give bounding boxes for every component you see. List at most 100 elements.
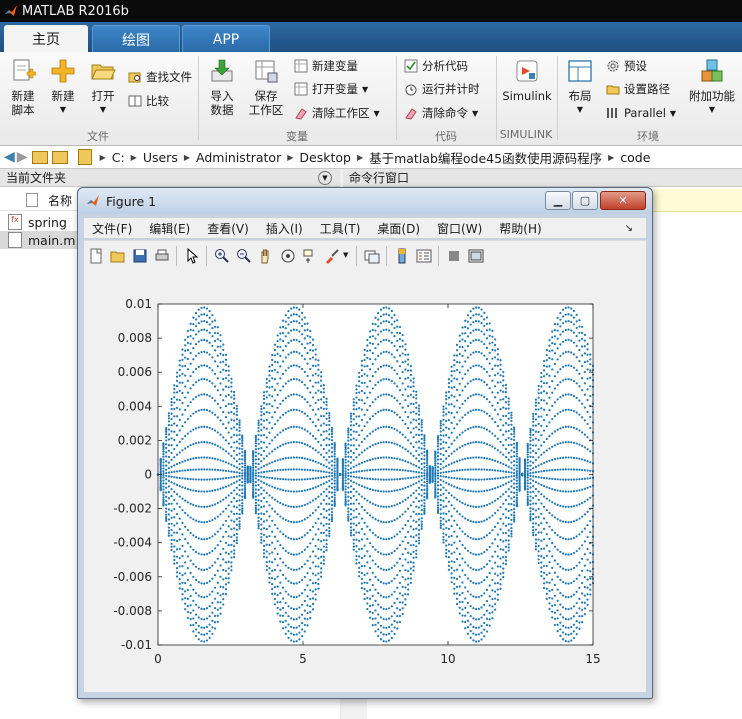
data-point — [532, 490, 535, 493]
menu-file[interactable]: 文件(F) — [92, 220, 132, 237]
data-point — [363, 413, 366, 416]
breadcrumb-item[interactable]: Administrator — [196, 150, 281, 165]
import-data-button[interactable]: 导入 数据 — [204, 58, 240, 117]
show-plot-tools-icon[interactable] — [468, 248, 484, 264]
open-variable-button[interactable]: 打开变量 ▼ — [294, 80, 368, 98]
new-figure-icon[interactable] — [88, 248, 104, 264]
zoom-in-icon[interactable] — [214, 248, 230, 264]
breadcrumb-item[interactable]: 基于matlab编程ode45函数使用源码程序 — [369, 148, 602, 167]
menu-window[interactable]: 窗口(W) — [437, 220, 482, 237]
menu-edit[interactable]: 编辑(E) — [149, 220, 190, 237]
compare-button[interactable]: 比较 — [128, 92, 169, 110]
data-point — [347, 447, 350, 450]
link-plot-icon[interactable] — [364, 248, 380, 264]
layout-button[interactable]: 布局 ▼ — [562, 58, 598, 117]
rotate-3d-icon[interactable] — [280, 248, 296, 264]
data-point — [371, 387, 374, 390]
pan-hand-icon[interactable] — [258, 248, 274, 264]
data-point — [344, 461, 347, 464]
brush-dropdown-icon[interactable]: ▼ — [343, 251, 348, 259]
data-point — [325, 488, 328, 491]
data-point — [194, 325, 198, 328]
colorbar-icon[interactable] — [394, 248, 410, 264]
brush-icon[interactable] — [324, 248, 340, 264]
data-point — [434, 466, 437, 470]
breadcrumb-item[interactable]: Users — [143, 150, 178, 165]
new-variable-button[interactable]: 新建变量 — [294, 57, 358, 75]
clear-workspace-button[interactable]: 清除工作区 ▼ — [294, 104, 380, 122]
data-point — [396, 561, 399, 564]
close-button[interactable]: ✕ — [600, 191, 646, 210]
data-point — [273, 535, 277, 538]
menu-help[interactable]: 帮助(H) — [499, 220, 541, 237]
data-point — [325, 458, 328, 461]
addons-button[interactable]: 附加功能 ▼ — [688, 58, 736, 117]
data-point — [371, 444, 374, 447]
set-path-button[interactable]: 设置路径 — [606, 80, 670, 98]
data-point — [532, 461, 535, 464]
data-point — [208, 478, 211, 481]
menu-desktop[interactable]: 桌面(D) — [377, 220, 420, 237]
minimize-button[interactable]: ▁ — [545, 191, 571, 210]
dock-arrow-icon[interactable]: ↘ — [625, 223, 633, 234]
data-point — [412, 454, 415, 457]
data-point — [352, 424, 355, 427]
pane-menu-icon[interactable]: ▼ — [318, 171, 332, 185]
breadcrumb-item[interactable]: Desktop — [299, 150, 351, 165]
tab-home[interactable]: 主页 — [4, 25, 88, 52]
data-point — [309, 417, 312, 420]
tab-plots[interactable]: 绘图 — [92, 25, 180, 53]
data-point — [464, 517, 467, 520]
clear-commands-button[interactable]: 清除命令 ▼ — [404, 104, 478, 122]
breadcrumb-item[interactable]: code — [620, 150, 650, 165]
tab-apps[interactable]: APP — [182, 25, 270, 53]
data-point — [396, 627, 399, 630]
data-point — [374, 599, 377, 602]
find-files-button[interactable]: 查找文件 — [128, 68, 192, 86]
data-point — [390, 536, 393, 539]
data-point — [466, 590, 470, 593]
menu-tools[interactable]: 工具(T) — [320, 220, 361, 237]
pointer-icon[interactable] — [184, 248, 200, 264]
zoom-out-icon[interactable] — [236, 248, 252, 264]
data-cursor-icon[interactable] — [302, 248, 318, 264]
data-point — [488, 502, 491, 505]
data-point — [510, 467, 513, 470]
data-point — [276, 339, 279, 343]
data-point — [167, 508, 170, 511]
data-point — [583, 594, 586, 597]
print-icon[interactable] — [154, 248, 170, 264]
run-and-time-button[interactable]: 运行并计时 — [404, 80, 480, 98]
figure-titlebar[interactable]: Figure 1 ▁ ▢ ✕ — [78, 188, 652, 214]
data-point — [181, 521, 184, 525]
preferences-button[interactable]: 预设 — [606, 57, 647, 75]
parallel-button[interactable]: Parallel ▼ — [606, 104, 676, 122]
data-point — [257, 483, 260, 487]
name-column-header[interactable]: 名称 — [48, 192, 72, 209]
open-file-icon[interactable] — [110, 248, 126, 264]
new-script-button[interactable]: 新建 脚本 — [6, 58, 40, 117]
data-point — [409, 553, 412, 556]
menu-view[interactable]: 查看(V) — [207, 220, 249, 237]
forward-arrow-icon[interactable]: ▶ — [17, 149, 28, 165]
menu-insert[interactable]: 插入(I) — [266, 220, 303, 237]
save-workspace-button[interactable]: 保存 工作区 — [246, 58, 286, 117]
breadcrumb-item[interactable]: C: — [112, 150, 125, 165]
browse-folder-icon[interactable] — [51, 150, 68, 164]
data-point — [371, 401, 374, 404]
file-item-spring[interactable]: fx spring — [8, 213, 67, 231]
legend-icon[interactable] — [416, 248, 432, 264]
data-point — [197, 567, 200, 570]
open-button[interactable]: 打开 ▼ — [86, 58, 120, 117]
data-point — [480, 537, 483, 540]
simulink-button[interactable]: Simulink — [502, 58, 552, 103]
save-icon[interactable] — [132, 248, 148, 264]
back-arrow-icon[interactable]: ◀ — [4, 149, 15, 165]
up-folder-icon[interactable] — [31, 150, 48, 164]
hide-plot-tools-icon[interactable] — [446, 248, 462, 264]
new-button[interactable]: 新建 ▼ — [46, 58, 80, 117]
data-point — [279, 569, 282, 572]
analyze-code-button[interactable]: 分析代码 — [404, 57, 468, 75]
data-point — [311, 349, 315, 352]
maximize-button[interactable]: ▢ — [572, 191, 598, 210]
